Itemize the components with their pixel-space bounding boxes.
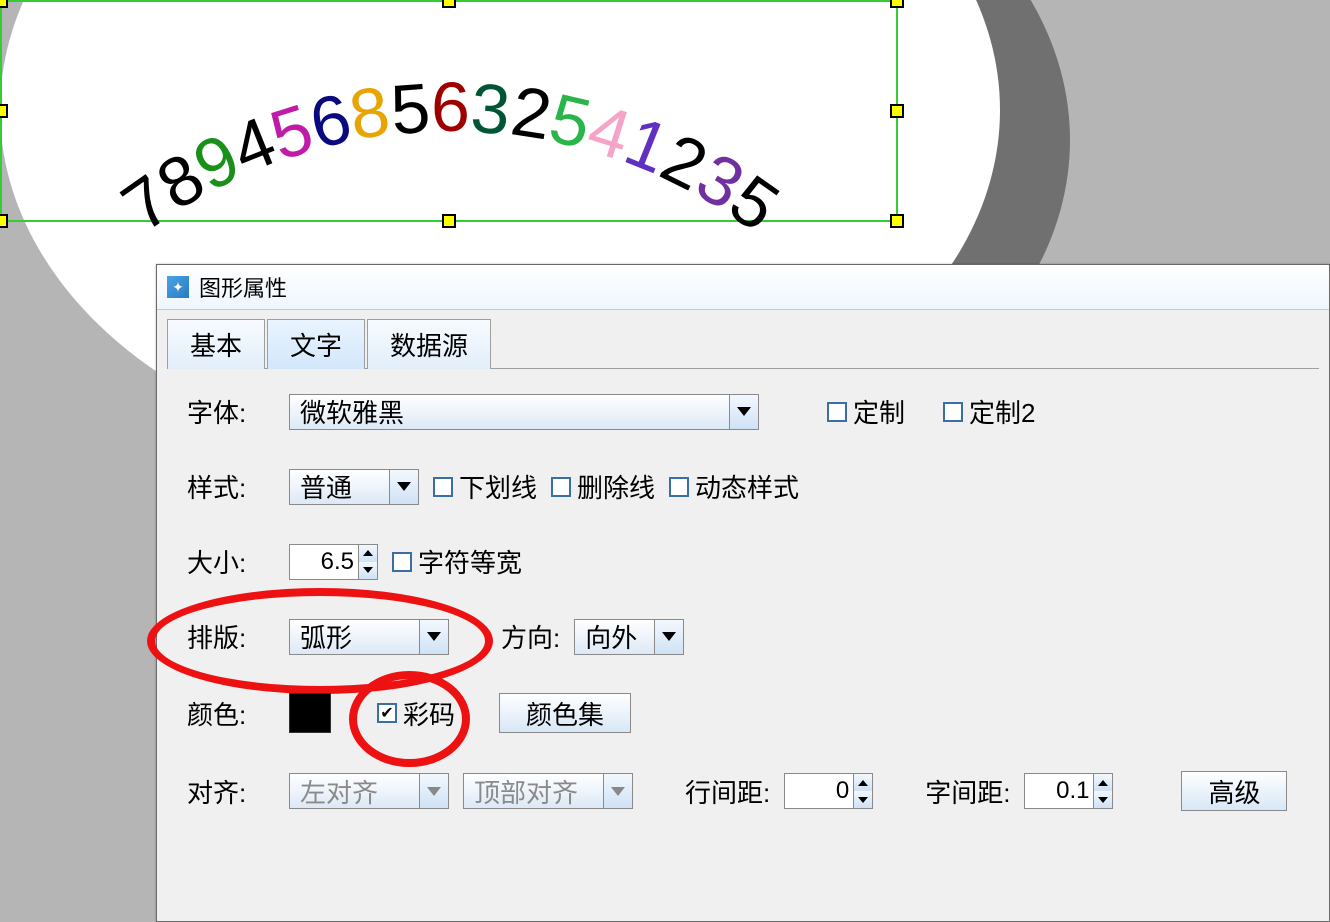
row-style: 样式: 普通 下划线 删除线 动态样式 — [187, 468, 1299, 505]
arc-char: 6 — [302, 77, 358, 164]
checkbox-dynamic[interactable]: 动态样式 — [669, 468, 799, 505]
row-layout: 排版: 弧形 方向: 向外 — [187, 618, 1299, 655]
colorset-button[interactable]: 颜色集 — [499, 693, 631, 733]
resize-handle[interactable] — [890, 0, 904, 8]
app-icon: ✦ — [167, 276, 189, 298]
resize-handle[interactable] — [0, 0, 8, 8]
checkbox-rainbow[interactable]: ✔彩码 — [377, 695, 455, 732]
font-label: 字体: — [187, 393, 275, 430]
linespacing-spinner[interactable] — [784, 773, 873, 809]
halign-combo[interactable]: 左对齐 — [289, 773, 449, 809]
style-combo[interactable]: 普通 — [289, 469, 419, 505]
advanced-button[interactable]: 高级 — [1181, 771, 1287, 811]
checkbox-custom[interactable]: 定制 — [827, 393, 905, 430]
size-label: 大小: — [187, 543, 275, 580]
text-panel: 字体: 微软雅黑 定制 定制2 样式: 普通 下划 — [157, 369, 1329, 835]
direction-label: 方向: — [501, 618, 560, 655]
spin-up-icon[interactable] — [854, 774, 872, 791]
titlebar[interactable]: ✦ 图形属性 — [157, 265, 1329, 310]
resize-handle[interactable] — [442, 0, 456, 8]
tabstrip: 基本 文字 数据源 — [157, 310, 1329, 368]
arc-char: 3 — [468, 67, 513, 150]
arc-char: 4 — [579, 88, 640, 176]
arc-char: 6 — [431, 67, 470, 147]
row-align: 对齐: 左对齐 顶部对齐 行间距: 字间距: — [187, 771, 1299, 811]
resize-handle[interactable] — [0, 214, 8, 228]
arc-char: 8 — [143, 137, 217, 226]
arc-char: 8 — [345, 71, 396, 156]
spin-down-icon[interactable] — [359, 562, 377, 579]
arc-char: 2 — [650, 117, 720, 206]
chevron-down-icon[interactable] — [654, 620, 683, 654]
charspacing-spinner[interactable] — [1024, 773, 1113, 809]
size-input[interactable] — [290, 545, 358, 579]
font-combo[interactable]: 微软雅黑 — [289, 394, 759, 430]
arc-text[interactable]: 78945685632541235 — [2, 2, 900, 224]
arc-char: 5 — [260, 88, 321, 176]
checkbox-custom2[interactable]: 定制2 — [943, 393, 1035, 430]
charspacing-label: 字间距: — [925, 773, 1010, 810]
checkbox-mono[interactable]: 字符等宽 — [392, 543, 522, 580]
resize-handle[interactable] — [890, 104, 904, 118]
spin-up-icon[interactable] — [1094, 774, 1112, 791]
chevron-down-icon[interactable] — [419, 774, 448, 808]
resize-handle[interactable] — [890, 214, 904, 228]
resize-handle[interactable] — [0, 104, 8, 118]
row-color: 颜色: ✔彩码 颜色集 — [187, 693, 1299, 733]
size-spinner[interactable] — [289, 544, 378, 580]
tab-basic[interactable]: 基本 — [167, 319, 265, 369]
arc-char: 9 — [181, 117, 251, 206]
selection-box[interactable]: 78945685632541235 — [0, 0, 898, 222]
properties-dialog: ✦ 图形属性 基本 文字 数据源 字体: 微软雅黑 定制 定制2 — [156, 264, 1330, 922]
linespacing-label: 行间距: — [685, 773, 770, 810]
row-font: 字体: 微软雅黑 定制 定制2 — [187, 393, 1299, 430]
arc-char: 5 — [543, 77, 599, 164]
arc-char: 2 — [506, 71, 557, 156]
spin-up-icon[interactable] — [359, 545, 377, 562]
checkbox-strike[interactable]: 删除线 — [551, 468, 655, 505]
chevron-down-icon[interactable] — [729, 395, 758, 429]
layout-combo[interactable]: 弧形 — [289, 619, 449, 655]
charspacing-input[interactable] — [1025, 774, 1093, 808]
dialog-title: 图形属性 — [199, 271, 287, 303]
tab-text[interactable]: 文字 — [267, 319, 365, 369]
row-size: 大小: 字符等宽 — [187, 543, 1299, 580]
chevron-down-icon[interactable] — [603, 774, 632, 808]
chevron-down-icon[interactable] — [389, 470, 418, 504]
linespacing-input[interactable] — [785, 774, 853, 808]
chevron-down-icon[interactable] — [419, 620, 448, 654]
tab-datasource[interactable]: 数据源 — [367, 319, 491, 369]
style-label: 样式: — [187, 468, 275, 505]
direction-combo[interactable]: 向外 — [574, 619, 684, 655]
arc-char: 1 — [615, 101, 681, 190]
checkbox-underline[interactable]: 下划线 — [433, 468, 537, 505]
arc-char: 3 — [683, 137, 757, 226]
spin-down-icon[interactable] — [1094, 791, 1112, 808]
arc-char: 5 — [388, 67, 433, 150]
arc-char: 4 — [220, 101, 286, 190]
color-label: 颜色: — [187, 695, 275, 732]
spin-down-icon[interactable] — [854, 791, 872, 808]
align-label: 对齐: — [187, 773, 275, 810]
valign-combo[interactable]: 顶部对齐 — [463, 773, 633, 809]
layout-label: 排版: — [187, 618, 275, 655]
resize-handle[interactable] — [442, 214, 456, 228]
color-swatch[interactable] — [289, 693, 331, 733]
